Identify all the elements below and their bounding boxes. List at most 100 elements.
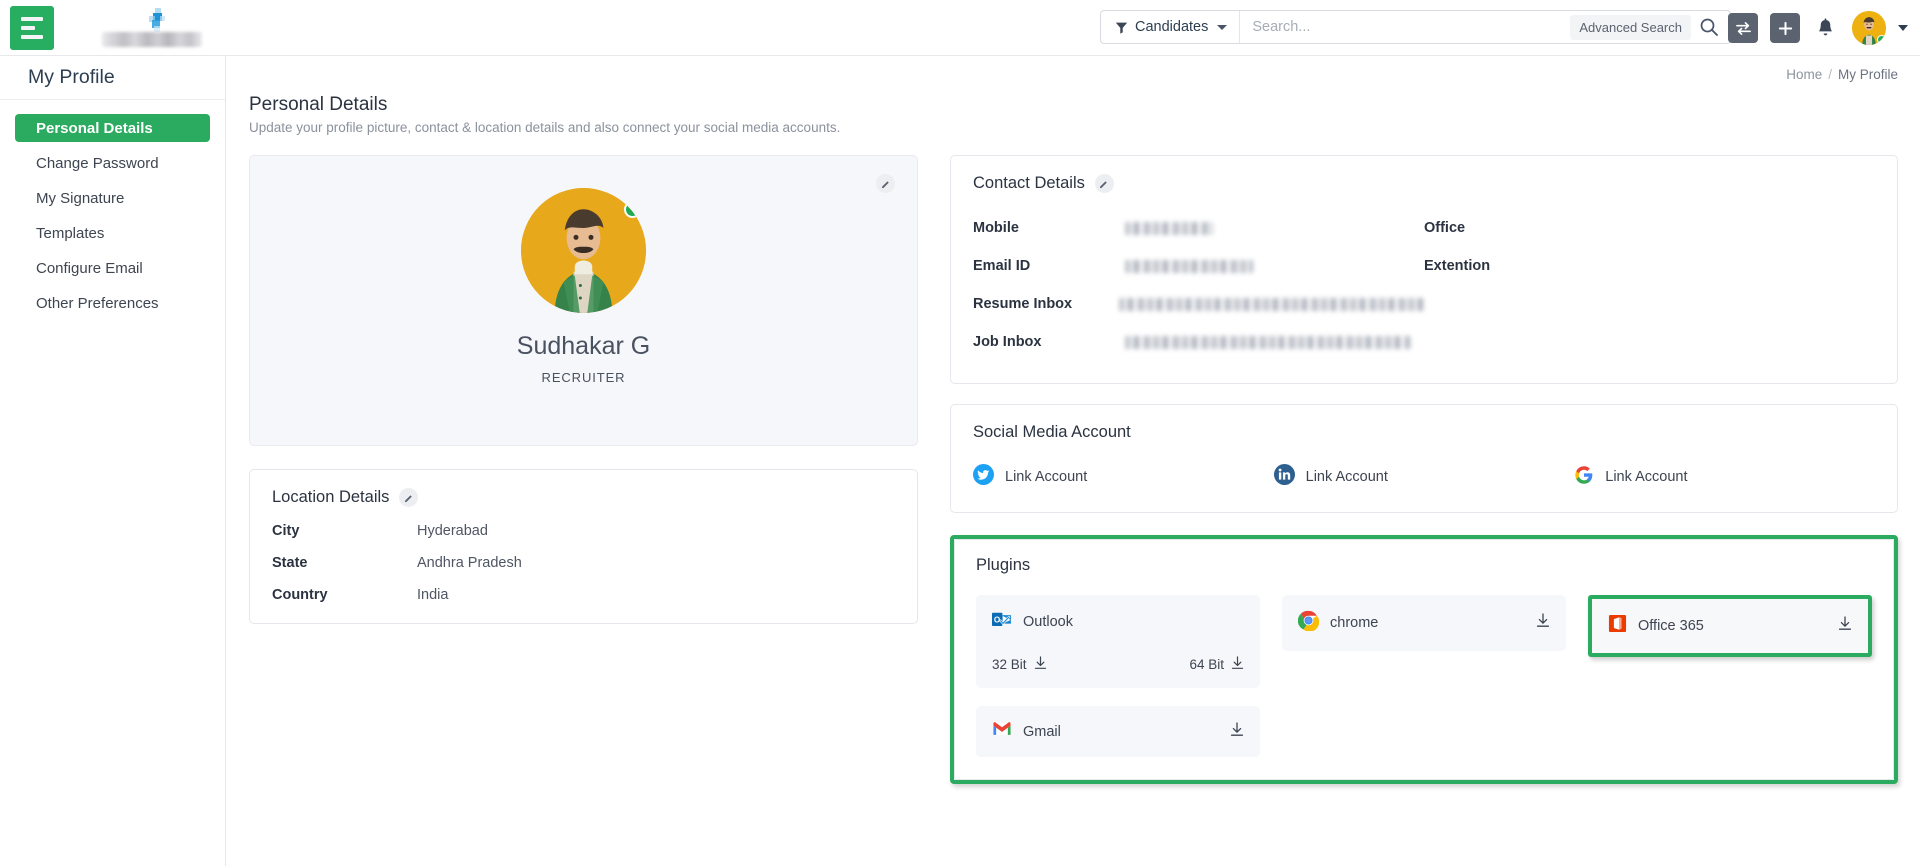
chrome-icon: [1297, 610, 1320, 636]
sidebar-item-templates[interactable]: Templates: [15, 219, 210, 247]
contact-label: Email ID: [973, 258, 1031, 274]
contact-row-office: Office: [1424, 209, 1875, 247]
contact-value-redacted: [1125, 259, 1253, 273]
contact-details-title: Contact Details: [973, 174, 1085, 192]
hamburger-line: [21, 16, 43, 21]
top-bar: Candidates Advanced Search: [0, 0, 1920, 56]
plugin-tile-gmail[interactable]: Gmail: [976, 706, 1260, 757]
contact-column-left: Mobile Email ID Resume Inbox Job Inbox: [973, 209, 1424, 361]
plugin-name: Gmail: [1023, 723, 1061, 740]
gmail-download-icon[interactable]: [1230, 721, 1244, 742]
contact-label: Resume Inbox: [973, 296, 1073, 312]
logo-mark-icon: [144, 7, 170, 34]
edit-contact-pencil-icon[interactable]: [1094, 174, 1114, 193]
breadcrumb: Home / My Profile: [227, 56, 1920, 82]
sidebar-nav: Personal Details Change Password My Sign…: [0, 100, 225, 317]
profile-avatar[interactable]: [521, 188, 646, 313]
content-columns: Sudhakar G RECRUITER Location Details Ci…: [227, 135, 1920, 784]
social-link-google[interactable]: Link Account: [1574, 464, 1875, 490]
sidebar-item-my-signature[interactable]: My Signature: [15, 184, 210, 212]
search-filter-dropdown[interactable]: Candidates: [1101, 11, 1241, 43]
location-label: City: [272, 523, 300, 539]
contact-value-redacted: [1125, 335, 1411, 349]
breadcrumb-current: My Profile: [1837, 66, 1898, 82]
online-status-indicator: [624, 201, 641, 218]
edit-location-pencil-icon[interactable]: [399, 488, 419, 507]
chrome-download-icon[interactable]: [1536, 613, 1550, 633]
contact-details-heading: Contact Details: [973, 174, 1875, 193]
contact-label: Job Inbox: [973, 334, 1042, 350]
social-accounts-row: Link Account Link Account Link Account: [973, 464, 1875, 490]
edit-profile-pencil-icon[interactable]: [876, 174, 895, 193]
plugins-card: Plugins O Outlook 32 Bit 64 Bit Gmail ch…: [954, 539, 1894, 780]
hamburger-line: [21, 34, 43, 39]
social-media-title: Social Media Account: [973, 423, 1131, 441]
social-link-linkedin[interactable]: Link Account: [1273, 464, 1575, 490]
contact-label: Mobile: [973, 220, 1019, 236]
gmail-icon: [992, 721, 1012, 742]
contact-label: Office: [1424, 220, 1466, 236]
contact-row-extention: Extention: [1424, 247, 1875, 285]
social-link-label: Link Account: [1605, 469, 1688, 485]
linkedin-icon: [1273, 464, 1295, 490]
sidebar-item-personal-details[interactable]: Personal Details: [15, 114, 210, 142]
plugin-tile-header: Office 365: [1608, 614, 1852, 638]
plugin-name: Office 365: [1638, 618, 1704, 634]
funnel-icon: [1115, 21, 1128, 34]
download-icon: [1231, 656, 1244, 673]
svg-text:O: O: [994, 615, 1001, 624]
outlook-64bit-download[interactable]: 64 Bit: [1189, 656, 1244, 673]
search-filter-label: Candidates: [1135, 19, 1209, 35]
plugins-heading: Plugins: [976, 556, 1872, 575]
app-logo[interactable]: [102, 7, 212, 48]
search-input[interactable]: [1240, 11, 1571, 43]
plugins-grid: O Outlook 32 Bit 64 Bit Gmail chrome Off…: [976, 595, 1872, 757]
add-icon[interactable]: [1770, 13, 1800, 43]
twitter-icon: [973, 464, 994, 490]
sidebar-item-configure-email[interactable]: Configure Email: [15, 254, 210, 282]
profile-role: RECRUITER: [541, 370, 626, 385]
sidebar-item-other-preferences[interactable]: Other Preferences: [15, 289, 210, 317]
plugin-tile-outlook[interactable]: O Outlook 32 Bit 64 Bit: [976, 595, 1260, 688]
plugin-bit-options: 32 Bit 64 Bit: [992, 656, 1244, 673]
plugins-column-1: O Outlook 32 Bit 64 Bit Gmail: [976, 595, 1260, 757]
office365-highlight-box: Office 365: [1588, 595, 1872, 657]
plugin-tile-chrome[interactable]: chrome: [1282, 595, 1566, 651]
contact-row-mobile: Mobile: [973, 209, 1424, 247]
outlook-icon: O: [992, 610, 1012, 634]
advanced-search-button[interactable]: Advanced Search: [1570, 14, 1691, 40]
plugin-tile-office365[interactable]: Office 365: [1592, 599, 1868, 653]
breadcrumb-home[interactable]: Home: [1786, 67, 1822, 82]
profile-chevron-down-icon[interactable]: [1898, 25, 1908, 31]
page-header: Personal Details Update your profile pic…: [227, 78, 1920, 135]
online-status-dot: [1877, 35, 1886, 44]
switch-icon[interactable]: [1728, 13, 1758, 43]
office365-download-icon[interactable]: [1838, 616, 1852, 636]
location-value: Andhra Pradesh: [417, 555, 522, 571]
hamburger-menu-icon[interactable]: [10, 5, 54, 50]
plugin-tile-header: O Outlook: [992, 610, 1244, 634]
social-link-twitter[interactable]: Link Account: [973, 464, 1274, 490]
plugin-name: chrome: [1330, 615, 1379, 631]
location-label: Country: [272, 587, 328, 603]
plugins-column-3: Office 365: [1588, 595, 1872, 757]
contact-value-redacted: [1119, 297, 1424, 311]
location-details-card: Location Details City Hyderabad State An…: [249, 469, 918, 624]
social-link-label: Link Account: [1305, 469, 1388, 485]
outlook-32bit-download[interactable]: 32 Bit: [992, 656, 1047, 673]
plugins-title: Plugins: [976, 556, 1031, 574]
location-row-state: State Andhra Pradesh: [272, 555, 895, 571]
sidebar-item-change-password[interactable]: Change Password: [15, 149, 210, 177]
sidebar: My Profile Personal Details Change Passw…: [0, 56, 226, 866]
contact-row-job-inbox: Job Inbox: [973, 323, 1424, 361]
top-action-icons: [1728, 11, 1908, 45]
location-details-heading: Location Details: [272, 488, 895, 507]
social-media-heading: Social Media Account: [973, 423, 1875, 442]
bit-label: 32 Bit: [992, 657, 1027, 672]
search-icon[interactable]: [1699, 17, 1719, 37]
contact-row-email: Email ID: [973, 247, 1424, 285]
avatar[interactable]: [1852, 11, 1886, 45]
bit-label: 64 Bit: [1189, 657, 1224, 672]
chevron-down-icon: [1217, 24, 1228, 30]
bell-icon[interactable]: [1812, 13, 1838, 43]
